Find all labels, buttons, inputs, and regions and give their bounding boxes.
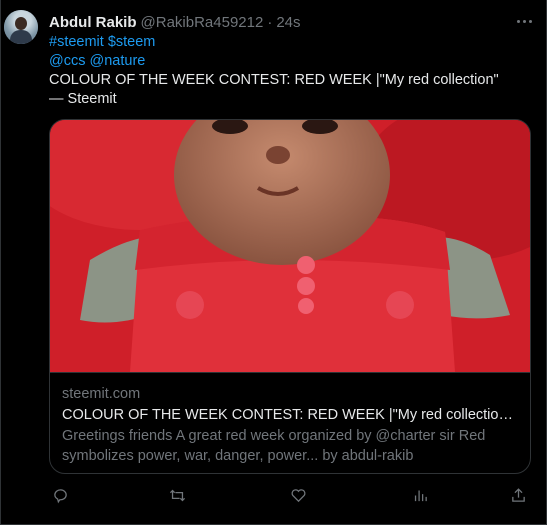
bar-chart-icon[interactable]	[409, 484, 431, 506]
reply-icon[interactable]	[49, 484, 71, 506]
card-meta[interactable]: steemit.com COLOUR OF THE WEEK CONTEST: …	[50, 372, 530, 473]
avatar[interactable]	[4, 10, 38, 44]
card-domain: steemit.com	[62, 386, 141, 402]
baby-photo	[50, 120, 530, 372]
avatar-head	[15, 17, 27, 30]
link-preview-card[interactable]: steemit.com COLOUR OF THE WEEK CONTEST: …	[49, 119, 531, 474]
more-horizontal-icon[interactable]	[514, 12, 534, 30]
tweet-hashtags[interactable]: #steemit $steem	[49, 33, 155, 52]
author-handle[interactable]: @RakibRa459212	[141, 14, 264, 31]
share-icon[interactable]	[507, 484, 529, 506]
retweet-icon[interactable]	[166, 484, 188, 506]
tweet-mentions[interactable]: @ccs @nature	[49, 52, 145, 71]
tweet-actions	[49, 484, 530, 506]
card-image[interactable]	[50, 120, 530, 372]
header-separator: ·	[267, 13, 273, 31]
author-name[interactable]: Abdul Rakib	[49, 14, 137, 31]
card-title: COLOUR OF THE WEEK CONTEST: RED WEEK |"M…	[62, 407, 518, 423]
tweet-timestamp[interactable]: 24s	[276, 14, 300, 31]
card-description: Greetings friends A great red week organ…	[62, 428, 486, 464]
avatar-body	[10, 30, 32, 44]
tweet-container[interactable]: Abdul Rakib @RakibRa459212 · 24s #steemi…	[0, 0, 547, 525]
tweet-text: COLOUR OF THE WEEK CONTEST: RED WEEK |"M…	[49, 72, 499, 107]
heart-icon[interactable]	[287, 484, 309, 506]
tweet-header: Abdul Rakib @RakibRa459212 · 24s	[49, 12, 530, 32]
